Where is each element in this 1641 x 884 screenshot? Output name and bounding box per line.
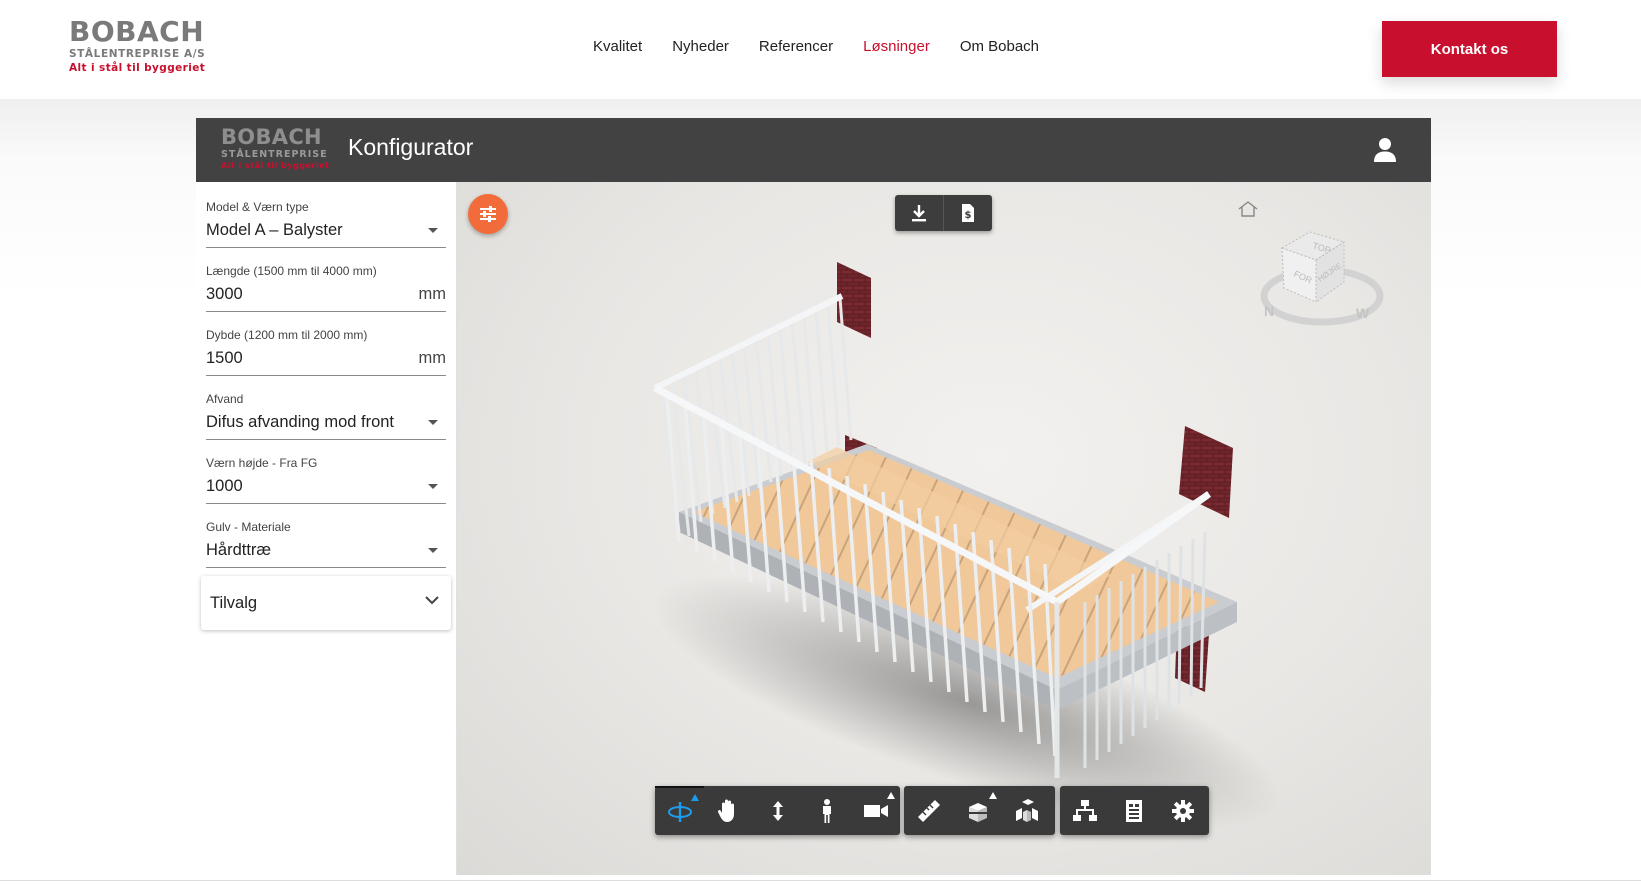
depth-unit: mm	[418, 349, 447, 367]
navigation-toolbar	[655, 786, 900, 835]
viewcube-north-label: N	[1264, 303, 1274, 319]
nav-referencer[interactable]: Referencer	[759, 38, 833, 55]
measure-button[interactable]	[904, 786, 953, 835]
app-title: Konfigurator	[348, 134, 474, 160]
model-toolbar	[1060, 786, 1209, 835]
section-button[interactable]	[953, 786, 1002, 835]
viewcube-west-label: W	[1356, 305, 1370, 321]
page-divider	[0, 880, 1641, 881]
height-select[interactable]: Værn højde - Fra FG 1000	[206, 454, 446, 504]
camera-icon	[863, 804, 888, 817]
export-toolbar: $	[895, 195, 992, 231]
explode-button[interactable]	[1002, 786, 1051, 835]
contact-button[interactable]: Kontakt os	[1382, 21, 1557, 77]
first-person-button[interactable]	[802, 786, 851, 835]
caret-down-icon	[428, 548, 438, 553]
config-sidebar: Model & Værn type Model A – Balyster Læn…	[196, 182, 457, 875]
model-browser-icon	[1072, 799, 1097, 821]
options-label: Tilvalg	[210, 594, 258, 612]
properties-icon	[1125, 799, 1142, 822]
brand-subtitle: STÅLENTREPRISE A/S	[69, 48, 206, 60]
chevron-down-icon	[425, 596, 439, 605]
caret-down-icon	[428, 420, 438, 425]
depth-value: 1500	[206, 349, 243, 367]
length-label: Længde (1500 mm til 4000 mm)	[206, 264, 377, 278]
app-logo-subtitle: STÅLENTREPRISE	[221, 149, 328, 160]
model-select[interactable]: Model & Værn type Model A – Balyster	[206, 198, 446, 248]
dolly-button[interactable]	[753, 786, 802, 835]
caret-down-icon	[428, 484, 438, 489]
floor-select[interactable]: Gulv - Materiale Hårdttræ	[206, 518, 446, 568]
download-icon	[912, 205, 926, 222]
filter-settings-button[interactable]	[468, 194, 508, 234]
model-label: Model & Værn type	[206, 200, 309, 214]
drainage-select[interactable]: Afvand Difus afvanding mod front	[206, 390, 446, 440]
price-document-button[interactable]: $	[943, 195, 991, 231]
main-nav: Kvalitet Nyheder Referencer Løsninger Om…	[593, 38, 1039, 55]
viewcube[interactable]: TOP FOR HØJRE N W	[1260, 220, 1390, 332]
first-person-icon	[822, 798, 831, 823]
camera-button[interactable]	[851, 786, 900, 835]
depth-label: Dybde (1200 mm til 2000 mm)	[206, 328, 368, 342]
pan-icon	[717, 799, 734, 822]
home-icon[interactable]	[1237, 200, 1259, 218]
nav-om-bobach[interactable]: Om Bobach	[960, 38, 1039, 55]
app-logo-tagline: Alt i stål til byggeriet	[221, 161, 330, 170]
options-expander[interactable]: Tilvalg	[201, 576, 451, 630]
download-button[interactable]	[895, 195, 943, 231]
brand-name: BOBACH	[69, 15, 205, 48]
floor-value: Hårdttræ	[206, 541, 272, 559]
length-unit: mm	[418, 285, 447, 303]
user-icon[interactable]	[1371, 136, 1399, 164]
model-value: Model A – Balyster	[206, 221, 343, 239]
nav-losninger[interactable]: Løsninger	[863, 38, 930, 55]
drainage-value: Difus afvanding mod front	[206, 413, 395, 431]
orbit-button[interactable]	[655, 786, 704, 835]
properties-button[interactable]	[1109, 786, 1158, 835]
site-logo[interactable]: BOBACH STÅLENTREPRISE A/S Alt i stål til…	[69, 15, 206, 75]
configurator-app: BOBACH STÅLENTREPRISE Alt i stål til byg…	[196, 118, 1431, 875]
length-value: 3000	[206, 285, 243, 303]
model-browser-button[interactable]	[1060, 786, 1109, 835]
app-logo-name: BOBACH	[221, 125, 322, 149]
drainage-label: Afvand	[206, 392, 244, 406]
depth-input[interactable]: Dybde (1200 mm til 2000 mm) 1500 mm	[206, 326, 446, 376]
svg-text:$: $	[965, 210, 972, 221]
price-document-icon: $	[962, 204, 974, 222]
section-icon	[966, 802, 989, 822]
site-header: BOBACH STÅLENTREPRISE A/S Alt i stål til…	[0, 0, 1641, 99]
sliders-icon	[480, 206, 496, 222]
brand-tagline: Alt i stål til byggeriet	[69, 62, 206, 74]
length-input[interactable]: Længde (1500 mm til 4000 mm) 3000 mm	[206, 262, 446, 312]
caret-down-icon	[428, 228, 438, 233]
app-logo: BOBACH STÅLENTREPRISE Alt i stål til byg…	[221, 126, 329, 170]
nav-nyheder[interactable]: Nyheder	[672, 38, 729, 55]
app-bar: BOBACH STÅLENTREPRISE Alt i stål til byg…	[196, 118, 1431, 182]
3d-viewer[interactable]: $ TOP FOR HØJRE N W	[457, 182, 1431, 875]
floor-label: Gulv - Materiale	[206, 520, 291, 534]
orbit-icon	[667, 801, 692, 822]
measure-icon	[917, 799, 940, 822]
submenu-indicator	[691, 794, 699, 801]
height-label: Værn højde - Fra FG	[206, 456, 318, 470]
pan-button[interactable]	[704, 786, 753, 835]
submenu-indicator	[887, 792, 895, 799]
dolly-icon	[772, 800, 783, 821]
settings-icon	[1171, 799, 1194, 822]
explode-icon	[1015, 798, 1038, 822]
submenu-indicator	[989, 792, 997, 799]
analysis-toolbar	[904, 786, 1055, 835]
nav-kvalitet[interactable]: Kvalitet	[593, 38, 642, 55]
settings-button[interactable]	[1158, 786, 1207, 835]
height-value: 1000	[206, 477, 243, 495]
